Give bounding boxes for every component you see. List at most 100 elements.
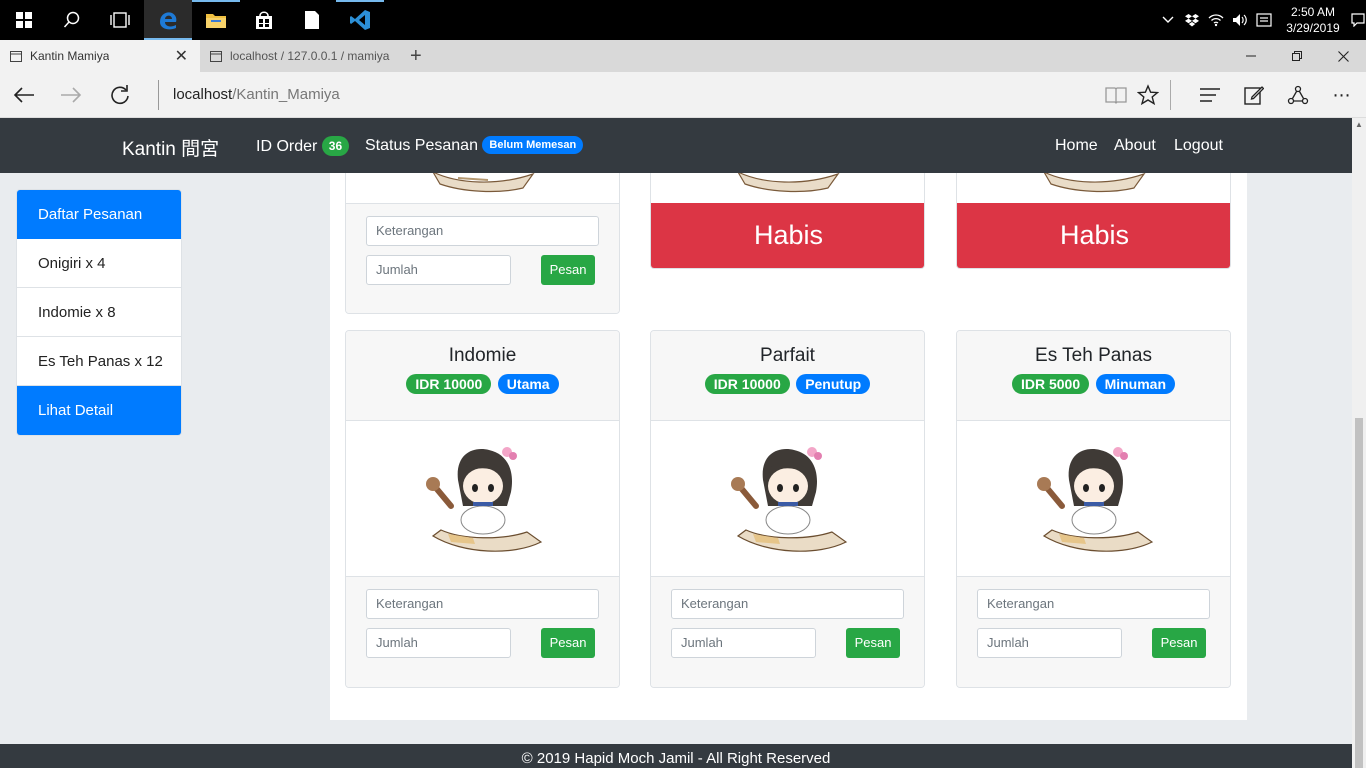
show-hidden-icons[interactable] (1156, 0, 1180, 40)
hub-icon (1200, 88, 1220, 102)
share-icon (1287, 85, 1309, 105)
browser-tab-bar: Kantin Mamiya ✕ localhost / 127.0.0.1 / … (0, 40, 1366, 72)
refresh-icon (111, 85, 129, 105)
card-header: Es Teh Panas IDR 5000 Minuman (957, 331, 1230, 421)
order-list-header: Daftar Pesanan (17, 190, 181, 239)
pen-icon (1244, 86, 1264, 105)
lihat-detail-button[interactable]: Lihat Detail (17, 386, 181, 435)
taskbar-file-explorer[interactable] (192, 0, 240, 40)
card-order-form: Keterangan Jumlah Pesan (957, 577, 1230, 687)
share-button[interactable] (1285, 82, 1311, 108)
pesan-button[interactable]: Pesan (1152, 628, 1206, 658)
keterangan-input[interactable]: Keterangan (366, 216, 599, 246)
price-badge: IDR 10000 (406, 374, 492, 394)
taskbar-notepad[interactable] (288, 0, 336, 40)
tab-kantin-mamiya[interactable]: Kantin Mamiya ✕ (0, 40, 200, 72)
minimize-button[interactable] (1228, 40, 1274, 72)
tab-label: localhost / 127.0.0.1 / mamiya (230, 49, 390, 63)
page-scrollbar[interactable]: ▲ (1352, 118, 1366, 768)
clock-time: 2:50 AM (1290, 5, 1336, 19)
order-list-item: Es Teh Panas x 12 (17, 337, 181, 386)
wifi-icon (1208, 14, 1224, 27)
pesan-button[interactable]: Pesan (541, 255, 595, 285)
start-button[interactable] (0, 0, 48, 40)
category-badge: Minuman (1095, 374, 1176, 394)
category-badge: Penutup (796, 374, 871, 394)
edge-icon (160, 12, 177, 30)
search-button[interactable] (48, 0, 96, 40)
keterangan-input[interactable]: Keterangan (977, 589, 1210, 619)
arrow-left-icon (13, 87, 34, 103)
pesan-button[interactable]: Pesan (846, 628, 900, 658)
jumlah-input[interactable]: Jumlah (366, 628, 511, 658)
jumlah-input[interactable]: Jumlah (366, 255, 511, 285)
wifi-tray[interactable] (1204, 0, 1228, 40)
page-icon (210, 50, 222, 62)
hub-button[interactable] (1197, 82, 1223, 108)
card-image (651, 421, 924, 577)
url-path: /Kantin_Mamiya (232, 86, 340, 103)
dropbox-tray[interactable] (1180, 0, 1204, 40)
action-center[interactable] (1350, 0, 1366, 40)
sold-out-banner: Habis (957, 203, 1230, 268)
id-order: ID Order 36 (256, 136, 350, 157)
order-list-item: Indomie x 8 (17, 288, 181, 337)
folder-icon (206, 14, 226, 28)
jumlah-input[interactable]: Jumlah (977, 628, 1122, 658)
system-tray: 2:50 AM 3/29/2019 (1156, 0, 1366, 40)
forward-button[interactable] (55, 80, 87, 110)
tab-label: Kantin Mamiya (30, 49, 110, 63)
scroll-up-icon[interactable]: ▲ (1355, 120, 1363, 129)
new-tab-button[interactable]: + (402, 40, 432, 72)
taskbar-clock[interactable]: 2:50 AM 3/29/2019 (1276, 4, 1350, 36)
taskbar-vscode[interactable] (336, 0, 384, 40)
nav-link-home[interactable]: Home (1055, 137, 1098, 155)
close-window-button[interactable] (1320, 40, 1366, 72)
web-note-button[interactable] (1241, 82, 1267, 108)
close-icon (1337, 50, 1349, 62)
menu-badges: IDR 10000 Penutup (651, 374, 924, 395)
address-bar-row: localhost/Kantin_Mamiya ⋯ (0, 72, 1366, 118)
task-view-button[interactable] (96, 0, 144, 40)
order-list-sidebar: Daftar Pesanan Onigiri x 4 Indomie x 8 E… (16, 189, 182, 436)
nav-link-logout[interactable]: Logout (1174, 137, 1223, 155)
arrow-right-icon (61, 87, 82, 103)
more-button[interactable]: ⋯ (1329, 82, 1355, 108)
navbar-brand[interactable]: Kantin 間宮 (122, 134, 219, 161)
back-button[interactable] (8, 80, 40, 110)
id-order-badge: 36 (321, 136, 350, 156)
taskbar-edge[interactable] (144, 0, 192, 40)
card-order-form: Keterangan Jumlah Pesan (346, 204, 619, 313)
search-icon (63, 11, 80, 28)
star-icon (1137, 84, 1159, 106)
ime-tray[interactable] (1252, 0, 1276, 40)
restore-button[interactable] (1274, 40, 1320, 72)
favorites-button[interactable] (1135, 82, 1161, 108)
mascot-image (1036, 446, 1153, 552)
refresh-button[interactable] (104, 80, 136, 110)
jumlah-input[interactable]: Jumlah (671, 628, 816, 658)
url-field[interactable]: localhost/Kantin_Mamiya (158, 80, 340, 110)
menu-name: Parfait (760, 345, 815, 366)
pesan-button[interactable]: Pesan (541, 628, 595, 658)
menu-badges: IDR 5000 Minuman (957, 374, 1230, 395)
document-icon (305, 11, 319, 29)
reading-view-button[interactable] (1103, 82, 1129, 108)
toolbar-divider (1170, 80, 1171, 110)
restore-icon (1292, 51, 1302, 61)
windows-taskbar: 2:50 AM 3/29/2019 (0, 0, 1366, 40)
tab-phpmyadmin[interactable]: localhost / 127.0.0.1 / mamiya (200, 40, 402, 72)
nav-link-about[interactable]: About (1114, 137, 1156, 155)
notification-icon (1351, 13, 1365, 27)
scroll-thumb[interactable] (1355, 418, 1363, 768)
taskbar-store[interactable] (240, 0, 288, 40)
page-footer: © 2019 Hapid Moch Jamil - All Right Rese… (0, 744, 1352, 768)
volume-tray[interactable] (1228, 0, 1252, 40)
keterangan-input[interactable]: Keterangan (671, 589, 904, 619)
task-view-icon (110, 12, 130, 28)
menu-name: Indomie (448, 345, 517, 366)
navbar: Kantin 間宮 ID Order 36 Status Pesanan Bel… (0, 118, 1352, 173)
page-viewport: Keterangan Jumlah Pesan Habis Habis Indo… (0, 118, 1352, 768)
keterangan-input[interactable]: Keterangan (366, 589, 599, 619)
close-tab-icon[interactable]: ✕ (175, 46, 188, 66)
